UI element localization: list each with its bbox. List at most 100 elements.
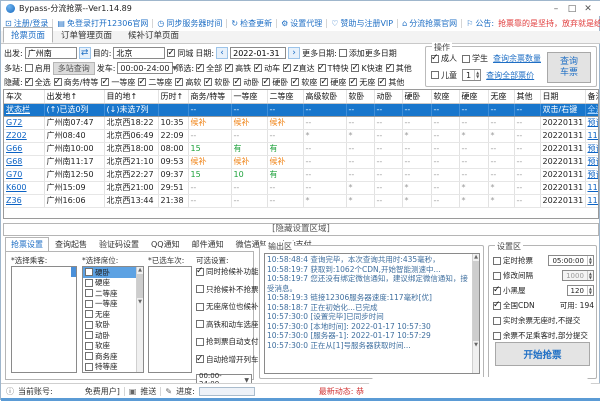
toolbar-item-4[interactable]: ⚙设置代理 xyxy=(281,18,322,29)
column-header-历时↑[interactable]: 历时↑ xyxy=(158,90,188,103)
toolbar-item-7[interactable]: ⚐公告: xyxy=(466,18,494,29)
seat-option-硬座[interactable]: 硬座 xyxy=(83,278,136,289)
train-link[interactable]: G72 xyxy=(6,118,22,127)
grab-option-checkbox-5[interactable]: 自动抢增开列车 xyxy=(196,354,254,365)
train-link[interactable]: K600 xyxy=(6,183,27,192)
hide-checkbox-1[interactable]: 商务/特等 xyxy=(54,77,99,88)
student-checkbox[interactable]: 学生 xyxy=(462,53,488,64)
scrollbar-thumb[interactable] xyxy=(71,267,76,277)
column-header-高级软卧[interactable]: 高级软卧 xyxy=(303,90,346,103)
seat-listbox[interactable]: 硬卧硬座二等座一等座无座软卧动卧软座商务座特等座 ▲▼ xyxy=(82,266,144,373)
note-link[interactable]: 全选 xyxy=(588,105,600,114)
filter-checkbox-6[interactable]: 其他 xyxy=(386,63,412,74)
config-spinner-2[interactable]: 120▲▼ xyxy=(567,285,594,296)
grab-option-checkbox-1[interactable]: 只抢候补不抢票 xyxy=(196,284,254,295)
multi-station-query-button[interactable]: 多站查询 xyxy=(53,62,95,75)
depart-time-select[interactable]: 00:00-24:00▼ xyxy=(117,62,173,74)
column-header-车次[interactable]: 车次 xyxy=(4,90,44,103)
filter-checkbox-2[interactable]: 动车 xyxy=(254,63,280,74)
toolbar-item-5[interactable]: ♡赞助与注册VIP xyxy=(331,18,393,29)
from-input[interactable] xyxy=(25,47,77,59)
grab-option-checkbox-2[interactable]: 无座席位也候补 xyxy=(196,301,254,312)
tab-抢票页面[interactable]: 抢票页面 xyxy=(3,27,53,43)
hide-checkbox-8[interactable]: 软座 xyxy=(291,77,317,88)
hide-checkbox-11[interactable]: 其他 xyxy=(378,77,404,88)
toolbar-item-3[interactable]: ↻检查更新 xyxy=(231,18,272,29)
hide-checkbox-4[interactable]: 高软 xyxy=(175,77,201,88)
minimize-button[interactable]: – xyxy=(548,2,564,16)
train-link[interactable]: 状态栏 xyxy=(6,105,30,114)
config-spinner-0[interactable]: 05:00:00▲▼ xyxy=(548,255,594,266)
column-header-无座[interactable]: 无座 xyxy=(488,90,514,103)
column-header-软卧[interactable]: 软卧 xyxy=(346,90,374,103)
column-header-一等座[interactable]: 一等座 xyxy=(231,90,267,103)
stepper-arrows-icon[interactable]: ▲▼ xyxy=(587,286,593,295)
query-tickets-button[interactable]: 查询车票 xyxy=(547,52,591,83)
table-row[interactable]: G68广州南11:17北京西21:1009:53候补候补候补----------… xyxy=(4,155,599,168)
next-date-button[interactable]: › xyxy=(288,47,300,59)
seat-option-软座[interactable]: 软座 xyxy=(83,341,136,352)
date-input[interactable] xyxy=(230,47,286,59)
hide-checkbox-7[interactable]: 硬卧 xyxy=(262,77,288,88)
stepper-arrows-icon[interactable]: ▲▼ xyxy=(587,271,593,280)
seat-option-软卧[interactable]: 软卧 xyxy=(83,320,136,331)
toolbar-item-6[interactable]: ⌂分流抢票官网 xyxy=(402,18,457,29)
seat-option-一等座[interactable]: 一等座 xyxy=(83,299,136,310)
note-link[interactable]: 11点起售 xyxy=(588,183,600,192)
tab-抢票设置[interactable]: 抢票设置 xyxy=(5,237,49,252)
same-city-checkbox[interactable]: 同城 xyxy=(167,48,193,59)
note-link[interactable]: 预订 xyxy=(588,144,600,153)
config-checkbox-5[interactable]: 余票不足乘客时,部分提交 xyxy=(493,330,588,341)
seat-list-scrollbar[interactable]: ▲▼ xyxy=(136,267,143,372)
table-row-status[interactable]: 状态栏(↑)已选0列(↓)未选7列----------------------双… xyxy=(4,103,599,116)
output-log[interactable]: 10:58:48:4 查询完毕，本次查询共用时:435毫秒，10:58:19:7… xyxy=(264,253,480,374)
hide-checkbox-5[interactable]: 软卧 xyxy=(204,77,230,88)
config-checkbox-0[interactable]: 定时抢票 xyxy=(493,255,533,266)
column-header-备注[interactable]: 备注 xyxy=(585,90,599,103)
hide-checkbox-6[interactable]: 动卧 xyxy=(233,77,259,88)
table-row[interactable]: G72广州南07:47北京西18:2210:35候补候补候补----------… xyxy=(4,116,599,129)
push-label[interactable]: 推送 xyxy=(140,386,156,397)
filter-checkbox-0[interactable]: 全部 xyxy=(196,63,222,74)
tab-订单管理页面[interactable]: 订单管理页面 xyxy=(53,27,120,43)
config-checkbox-2[interactable]: 小黑屋 xyxy=(493,285,526,296)
passenger-listbox[interactable] xyxy=(11,266,77,373)
seat-option-特等座[interactable]: 特等座 xyxy=(83,362,136,373)
tab-邮件通知[interactable]: 邮件通知 xyxy=(186,237,230,252)
start-grabbing-button[interactable]: 开始抢票 xyxy=(495,342,590,366)
filter-checkbox-3[interactable]: Z直达 xyxy=(283,63,314,74)
swap-stations-button[interactable]: ⇄ xyxy=(79,47,91,59)
column-header-商务/特等[interactable]: 商务/特等 xyxy=(188,90,231,103)
table-row[interactable]: K600广州15:09北京西21:0029:51--------*--*--**… xyxy=(4,181,599,194)
train-link[interactable]: Z36 xyxy=(6,196,22,205)
note-link[interactable]: 11点起售 xyxy=(588,196,600,205)
column-header-目的地↑[interactable]: 目的地↑ xyxy=(104,90,158,103)
hide-checkbox-0[interactable]: 全选 xyxy=(25,77,51,88)
seat-option-硬卧[interactable]: 硬卧 xyxy=(83,267,136,278)
column-header-软座[interactable]: 软座 xyxy=(431,90,459,103)
config-checkbox-4[interactable]: 实时余票无座时,不提交 xyxy=(493,315,580,326)
table-row[interactable]: Z36广州16:06北京西13:4421:38------**--*--**--… xyxy=(4,194,599,207)
add-more-dates-checkbox[interactable]: 添加更多日期 xyxy=(339,48,397,59)
multi-station-enable-checkbox[interactable]: 启用 xyxy=(25,63,51,74)
tab-候补订单页面[interactable]: 候补订单页面 xyxy=(120,27,187,43)
hide-settings-divider[interactable]: [隐藏设置区域] xyxy=(3,223,599,236)
note-link[interactable]: 11点起售 xyxy=(588,131,600,140)
tab-验证码设置[interactable]: 验证码设置 xyxy=(93,237,145,252)
to-input[interactable] xyxy=(113,47,165,59)
filter-checkbox-1[interactable]: 高铁 xyxy=(225,63,251,74)
child-checkbox[interactable]: 儿童 xyxy=(431,70,457,81)
query-ticket-count-link[interactable]: 查询余票数量 xyxy=(493,53,541,64)
grab-option-checkbox-0[interactable]: 同时抢候补功能 xyxy=(196,266,254,277)
filter-checkbox-5[interactable]: K快速 xyxy=(351,63,382,74)
seat-option-动卧[interactable]: 动卧 xyxy=(83,330,136,341)
adult-checkbox[interactable]: 成人 xyxy=(431,53,457,64)
filter-checkbox-4[interactable]: T特快 xyxy=(318,63,349,74)
maximize-button[interactable]: □ xyxy=(564,2,580,16)
query-all-prices-link[interactable]: 查询全部票价 xyxy=(486,70,534,81)
column-header-硬卧[interactable]: 硬卧 xyxy=(402,90,431,103)
log-scrollbar[interactable]: ▲▼ xyxy=(472,254,479,373)
train-link[interactable]: G68 xyxy=(6,157,22,166)
hide-checkbox-2[interactable]: 一等座 xyxy=(101,77,135,88)
note-link[interactable]: 预订 xyxy=(588,118,600,127)
